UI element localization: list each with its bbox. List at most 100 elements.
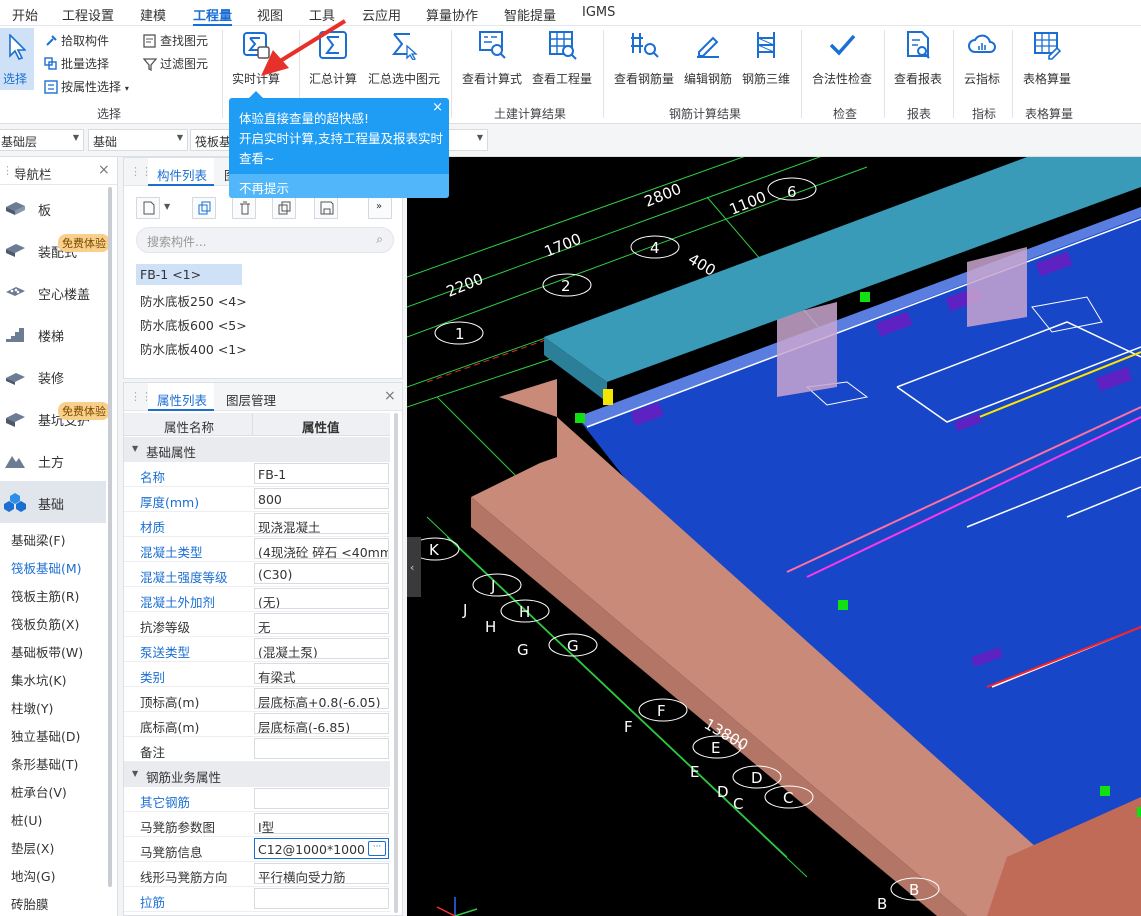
close-icon[interactable]: × bbox=[432, 100, 443, 115]
nav-item-decoration[interactable]: 装修 bbox=[0, 355, 106, 397]
property-row: 其它钢筋 bbox=[124, 787, 390, 812]
edit-rebar-label: 编辑钢筋 bbox=[683, 72, 732, 86]
nav-item-earthwork[interactable]: 土方 bbox=[0, 439, 106, 481]
layer-copy-button[interactable] bbox=[272, 197, 296, 219]
menu-item-quantity[interactable]: 工程量 bbox=[193, 5, 233, 26]
floor-select[interactable]: 基础层 ▼ bbox=[0, 129, 84, 151]
property-value[interactable]: (4现浇砼 碎石 <40mm) bbox=[254, 538, 389, 559]
nav-subitem[interactable]: 砖胎膜 bbox=[11, 894, 49, 913]
property-row: 备注 bbox=[124, 737, 390, 762]
property-value[interactable] bbox=[254, 738, 389, 759]
tab-layer-manager[interactable]: 图层管理 bbox=[226, 383, 296, 411]
view-formula-button[interactable]: 查看计算式 bbox=[458, 28, 526, 90]
property-value[interactable]: 层底标高+0.8(-6.05) bbox=[254, 688, 389, 709]
save-component-button[interactable] bbox=[314, 197, 338, 219]
dim-text: 2200 bbox=[444, 270, 486, 301]
property-value[interactable]: Ⅰ型 bbox=[254, 813, 389, 834]
menu-item-smart[interactable]: 智能提量 bbox=[504, 5, 556, 24]
nav-subitem[interactable]: 柱墩(Y) bbox=[11, 698, 53, 717]
nav-subitem[interactable]: 桩承台(V) bbox=[11, 782, 67, 801]
ellipsis-button[interactable]: ··· bbox=[368, 841, 386, 856]
nav-item-stairs[interactable]: 楼梯 bbox=[0, 313, 106, 355]
chevron-down-icon[interactable]: ▼ bbox=[164, 202, 170, 211]
component-item[interactable]: 防水底板600 <5> bbox=[136, 312, 251, 337]
nav-subitem[interactable]: 条形基础(T) bbox=[11, 754, 78, 773]
table-quantity-button[interactable]: 表格算量 bbox=[1017, 28, 1077, 90]
edit-rebar-button[interactable]: 编辑钢筋 bbox=[681, 28, 735, 90]
component-search-input[interactable]: 搜索构件... ⌕ bbox=[136, 227, 394, 253]
property-value[interactable]: 800 bbox=[254, 488, 389, 509]
batch-select-button[interactable]: 批量选择 bbox=[44, 55, 109, 75]
select-button[interactable]: 选择 bbox=[0, 28, 34, 90]
menu-item-collab[interactable]: 算量协作 bbox=[426, 5, 478, 24]
nav-item-foundation[interactable]: 基础 bbox=[0, 481, 106, 523]
element-select[interactable]: ▼ bbox=[448, 129, 488, 151]
select-by-attribute-button[interactable]: 按属性选择 ▾ bbox=[44, 78, 129, 98]
property-value[interactable]: 层底标高(-6.85) bbox=[254, 713, 389, 734]
view-rebar-button[interactable]: 查看钢筋量 bbox=[609, 28, 679, 90]
close-icon[interactable]: × bbox=[384, 388, 396, 404]
dont-show-again-link[interactable]: 不再提示 bbox=[239, 178, 289, 197]
nav-subitem[interactable]: 基础梁(F) bbox=[11, 530, 65, 549]
copy-component-button[interactable] bbox=[192, 197, 216, 219]
nav-item-hollow-floor[interactable]: 空心楼盖 bbox=[0, 271, 106, 313]
property-value[interactable]: (混凝土泵) bbox=[254, 638, 389, 659]
filter-element-button[interactable]: 过滤图元 bbox=[143, 55, 208, 75]
menu-item-modeling[interactable]: 建模 bbox=[140, 5, 166, 24]
find-element-button[interactable]: 查找图元 bbox=[143, 32, 208, 52]
component-item[interactable]: FB-1 <1> bbox=[136, 264, 242, 285]
property-value[interactable]: 有梁式 bbox=[254, 663, 389, 684]
delete-component-button[interactable] bbox=[232, 197, 256, 219]
component-item[interactable]: 防水底板400 <1> bbox=[136, 336, 251, 361]
nav-subitem[interactable]: 基础板带(W) bbox=[11, 642, 83, 661]
view-report-button[interactable]: 查看报表 bbox=[890, 28, 946, 90]
nav-subitem[interactable]: 地沟(G) bbox=[11, 866, 55, 885]
legality-check-button[interactable]: 合法性检查 bbox=[808, 28, 876, 90]
property-value[interactable]: 无 bbox=[254, 613, 389, 634]
property-value[interactable]: (C30) bbox=[254, 563, 389, 584]
axis-label: G bbox=[517, 641, 529, 659]
close-icon[interactable]: × bbox=[98, 162, 110, 178]
category-select[interactable]: 基础 ▼ bbox=[88, 129, 188, 151]
nav-subitem[interactable]: 筏板主筋(R) bbox=[11, 586, 79, 605]
property-value[interactable]: FB-1 bbox=[254, 463, 389, 484]
3d-viewport[interactable]: 1 2 4 6 K J J H H G G F F E E D D C C B … bbox=[407, 157, 1141, 916]
property-name: 马凳筋参数图 bbox=[140, 820, 216, 835]
cloud-index-button[interactable]: 云指标 bbox=[958, 28, 1006, 90]
menu-item-project-settings[interactable]: 工程设置 bbox=[62, 5, 114, 24]
nav-subitem[interactable]: 桩(U) bbox=[11, 810, 42, 829]
section-rebar-attributes[interactable]: ▼ 钢筋业务属性 bbox=[124, 762, 390, 787]
model-canvas[interactable]: 1 2 4 6 K J J H H G G F F E E D D C C B … bbox=[407, 157, 1141, 916]
formula-icon bbox=[479, 31, 506, 59]
new-component-button[interactable] bbox=[136, 197, 160, 219]
property-value[interactable]: 平行横向受力筋 bbox=[254, 863, 389, 884]
section-basic-attributes[interactable]: ▼ 基础属性 bbox=[124, 437, 390, 462]
property-value[interactable]: 现浇混凝土 bbox=[254, 513, 389, 534]
nav-subitem[interactable]: 集水坑(K) bbox=[11, 670, 66, 689]
component-item[interactable]: 防水底板250 <4> bbox=[136, 288, 251, 313]
rebar-3d-button[interactable]: 钢筋三维 bbox=[738, 28, 794, 90]
more-button[interactable]: » bbox=[368, 197, 392, 219]
chevron-down-icon: ▼ bbox=[476, 133, 483, 142]
nav-subitem[interactable]: 独立基础(D) bbox=[11, 726, 80, 745]
nav-item-slab[interactable]: 板 bbox=[0, 187, 106, 229]
menu-item-cloud[interactable]: 云应用 bbox=[362, 5, 401, 24]
nav-panel: ⋮⋮ 导航栏 × 板 装配式 空心楼盖 楼梯 装修 基坑支护 土方 基础 免费体… bbox=[0, 157, 118, 916]
property-scrollbar[interactable] bbox=[394, 413, 398, 913]
column[interactable] bbox=[967, 247, 1027, 327]
nav-subitem[interactable]: 垫层(X) bbox=[11, 838, 54, 857]
tab-component-list[interactable]: 构件列表 bbox=[148, 158, 214, 186]
nav-subitem[interactable]: 筏板负筋(X) bbox=[11, 614, 79, 633]
type-select[interactable]: 筏板基 bbox=[190, 129, 230, 151]
nav-subitem[interactable]: 筏板基础(M) bbox=[11, 558, 82, 577]
property-value[interactable] bbox=[254, 888, 389, 909]
tab-property-list[interactable]: 属性列表 bbox=[148, 383, 214, 411]
property-value[interactable] bbox=[254, 788, 389, 809]
menu-item-start[interactable]: 开始 bbox=[12, 5, 38, 24]
nav-scrollbar[interactable] bbox=[108, 187, 112, 887]
property-value[interactable]: (无) bbox=[254, 588, 389, 609]
summary-selected-button[interactable]: 汇总选中图元 bbox=[364, 28, 444, 90]
view-quantity-button[interactable]: 查看工程量 bbox=[528, 28, 596, 90]
pick-component-button[interactable]: 拾取构件 bbox=[44, 32, 109, 52]
menu-item-igms[interactable]: IGMS bbox=[582, 5, 615, 20]
